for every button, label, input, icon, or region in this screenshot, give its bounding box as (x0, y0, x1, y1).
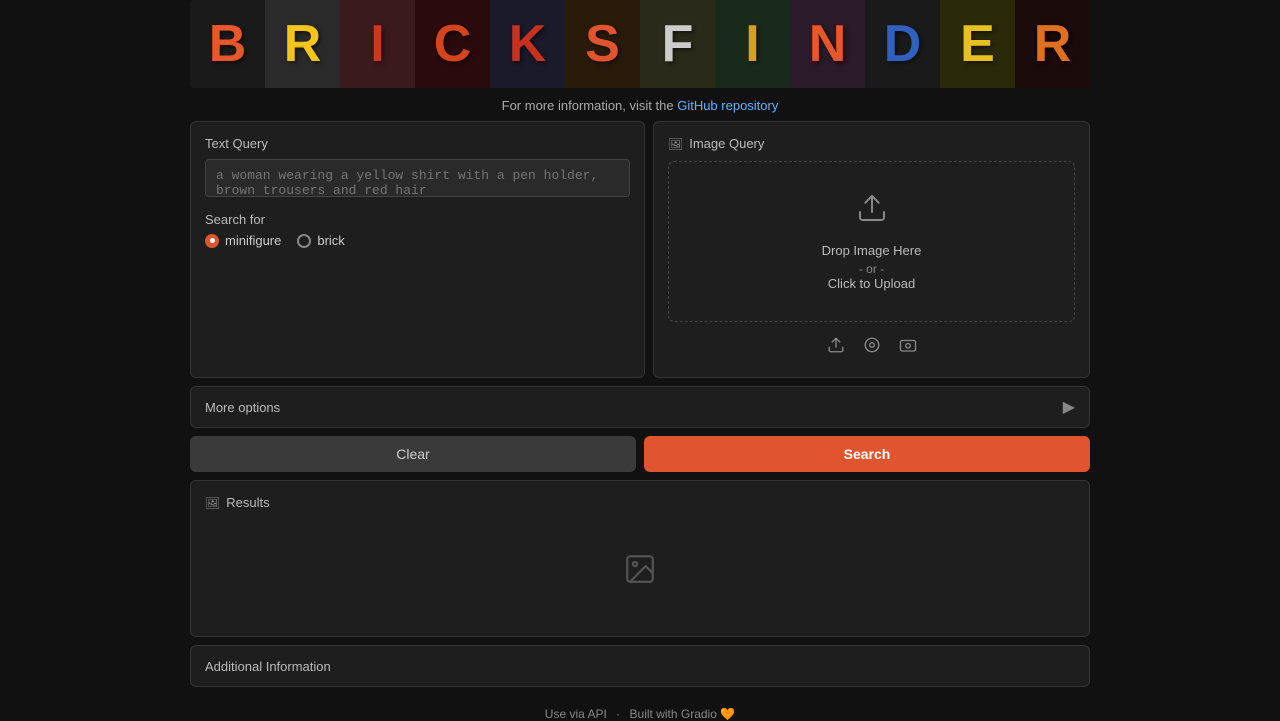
results-body (205, 522, 1075, 622)
image-query-icon: 🖼 (668, 137, 683, 151)
radio-brick[interactable]: brick (297, 233, 344, 248)
use-api-link[interactable]: Use via API (545, 707, 607, 721)
footer: Use via API · Built with Gradio 🧡 (0, 707, 1280, 721)
radio-minifigure[interactable]: minifigure (205, 233, 281, 248)
upload-icon (856, 192, 888, 231)
banner-letter-c: C (415, 0, 490, 88)
left-panel: Text Query Search for minifigure brick (190, 121, 645, 378)
results-label: Results (226, 495, 269, 510)
results-header: 🖼 Results (205, 495, 1075, 510)
banner-letter-s: S (565, 0, 640, 88)
info-text: For more information, visit the (502, 98, 678, 113)
search-button[interactable]: Search (644, 436, 1090, 472)
banner-letter-i2: I (715, 0, 790, 88)
image-query-header: 🖼 Image Query (668, 136, 1075, 151)
banner-letter-f: F (640, 0, 715, 88)
banner-header: B R I C K S F I N D E R (190, 0, 1090, 88)
image-clipboard-button[interactable] (859, 332, 885, 363)
banner-letter-b: B (190, 0, 265, 88)
drop-click: Click to Upload (828, 276, 915, 291)
panels-row: Text Query Search for minifigure brick 🖼… (190, 121, 1090, 378)
additional-info-panel: Additional Information (190, 645, 1090, 687)
radio-label-minifigure: minifigure (225, 233, 281, 248)
radio-dot-minifigure (205, 234, 219, 248)
built-with-text: Built with Gradio (630, 707, 717, 721)
radio-dot-brick (297, 234, 311, 248)
image-query-panel: 🖼 Image Query Drop Image Here - or - Cli… (653, 121, 1090, 378)
footer-dot: · (616, 707, 620, 721)
chevron-icon: ▶ (1063, 397, 1075, 417)
github-link[interactable]: GitHub repository (677, 98, 778, 113)
banner-letter-i1: I (340, 0, 415, 88)
image-upload-button[interactable] (823, 332, 849, 363)
drop-text: Drop Image Here (822, 239, 922, 262)
additional-info-label: Additional Information (205, 659, 331, 674)
banner-letter-d: D (865, 0, 940, 88)
image-webcam-button[interactable] (895, 332, 921, 363)
image-tools (668, 332, 1075, 363)
results-icon: 🖼 (205, 496, 220, 510)
banner-letter-n: N (790, 0, 865, 88)
banner-letter-r2: R (1015, 0, 1090, 88)
buttons-row: Clear Search (190, 436, 1090, 472)
search-for-label: Search for (205, 212, 630, 227)
footer-emoji: 🧡 (720, 707, 735, 721)
banner-letter-r1: R (265, 0, 340, 88)
results-placeholder-icon (623, 552, 657, 593)
more-options-bar[interactable]: More options ▶ (190, 386, 1090, 428)
radio-label-brick: brick (317, 233, 344, 248)
more-options-label: More options (205, 400, 280, 415)
image-query-label: Image Query (689, 136, 764, 151)
image-drop-zone[interactable]: Drop Image Here - or - Click to Upload (668, 161, 1075, 322)
banner-letter-e: E (940, 0, 1015, 88)
results-panel: 🖼 Results (190, 480, 1090, 637)
banner-letter-k: K (490, 0, 565, 88)
main-container: Text Query Search for minifigure brick 🖼… (190, 121, 1090, 687)
text-query-label: Text Query (205, 136, 630, 151)
radio-group: minifigure brick (205, 233, 630, 248)
clear-button[interactable]: Clear (190, 436, 636, 472)
text-query-input[interactable] (205, 159, 630, 197)
info-line: For more information, visit the GitHub r… (0, 98, 1280, 113)
drop-or: - or - (859, 262, 884, 276)
